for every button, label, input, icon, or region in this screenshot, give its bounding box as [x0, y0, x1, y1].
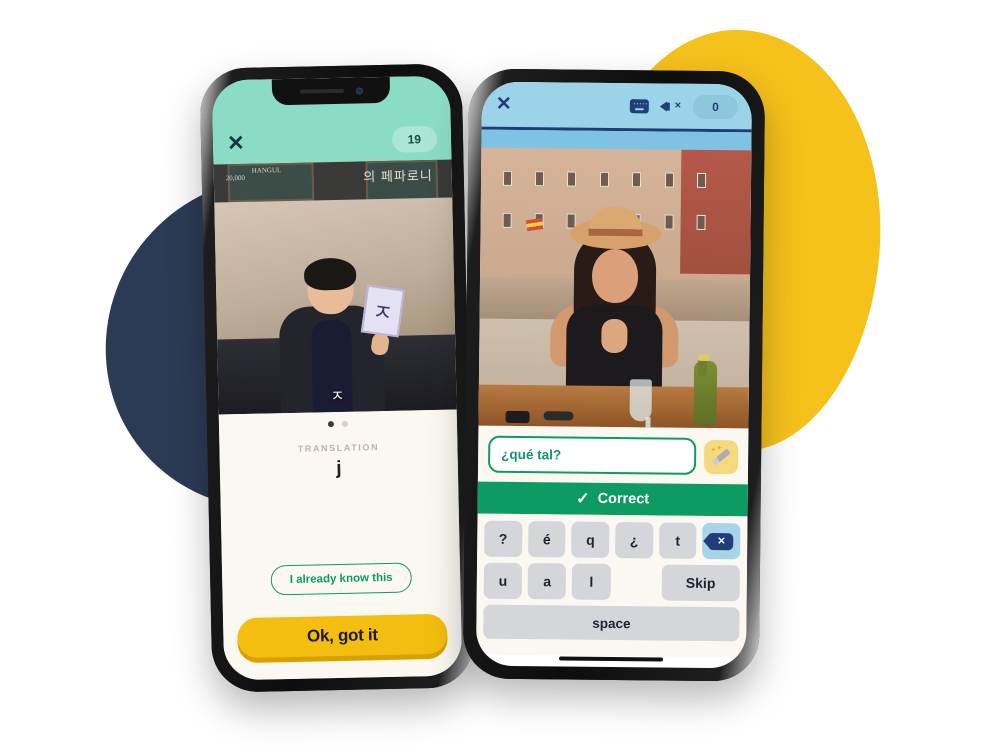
building-window: [632, 172, 642, 188]
chalk-price-text: 20,000: [225, 173, 246, 183]
building-window: [502, 212, 512, 228]
mute-x-glyph: ×: [674, 99, 682, 112]
right-video-player[interactable]: [478, 129, 752, 429]
key-u[interactable]: u: [483, 562, 523, 600]
bottle-cap: [697, 353, 709, 361]
backspace-icon[interactable]: ✕: [702, 522, 741, 560]
wine-glass: [629, 379, 653, 422]
close-x-icon[interactable]: ✕: [496, 94, 512, 115]
on-screen-keyboard: ? é q ¿ t ✕ u a l Skip space: [476, 513, 748, 658]
left-content-panel: TRANSLATION j I already know this Ok, go…: [218, 409, 463, 681]
keyboard-row-1: ? é q ¿ t ✕: [484, 520, 741, 560]
building-window: [534, 171, 545, 187]
board-hangul-text: 의 페파로니: [363, 167, 433, 185]
pagination-dot-2[interactable]: [341, 420, 349, 427]
key-e-acute[interactable]: é: [527, 521, 566, 558]
building-window: [567, 171, 577, 188]
key-inverted-question[interactable]: ¿: [615, 522, 654, 559]
topbar-tools: × 0: [630, 94, 738, 119]
keyboard-spacer: [616, 564, 655, 600]
right-topbar: ✕ × 0: [481, 81, 753, 133]
sparkle-2: ✦: [716, 444, 723, 452]
key-t[interactable]: t: [658, 522, 697, 559]
score-badge: 0: [693, 94, 738, 119]
check-icon: ✓: [576, 490, 590, 508]
keyboard-row-2: u a l Skip: [483, 562, 741, 602]
speaker-mute-icon[interactable]: ×: [660, 98, 682, 113]
skip-button[interactable]: Skip: [661, 564, 741, 602]
building-window: [599, 172, 609, 188]
key-q[interactable]: q: [571, 521, 610, 558]
speaker-body: [666, 102, 671, 111]
chalk-word-text: HANGUL: [251, 165, 282, 175]
flashcard: ㅈ: [360, 284, 405, 338]
building-window: [696, 173, 707, 189]
backspace-glyph: ✕: [709, 532, 734, 550]
keyboard-icon[interactable]: [630, 98, 650, 113]
left-phone-mockup: ✕ 19 20,000 HANGUL 의 페파로니 ㅈ ㅈ TRANSLATIO…: [199, 63, 475, 693]
spanish-flag: [525, 217, 544, 232]
close-x-icon[interactable]: ✕: [227, 132, 245, 155]
key-question-mark[interactable]: ?: [484, 520, 523, 558]
right-phone-screen: ✕ × 0 ¿qué tal? ✦ ✦ ✓ Correct ? é q ¿ t …: [475, 81, 753, 669]
ok-got-it-button[interactable]: Ok, got it: [237, 613, 448, 659]
straw-hat-band: [588, 229, 643, 237]
pagination-dot-1[interactable]: [327, 421, 335, 428]
correct-banner: ✓ Correct: [477, 481, 748, 517]
composition-stage: ✕ 19 20,000 HANGUL 의 페파로니 ㅈ ㅈ TRANSLATIO…: [0, 0, 1000, 750]
left-video-player[interactable]: 20,000 HANGUL 의 페파로니 ㅈ ㅈ: [213, 159, 457, 415]
magic-wand-icon[interactable]: ✦ ✦: [703, 439, 739, 474]
answer-row: ¿qué tal? ✦ ✦: [477, 425, 749, 485]
table-phone: [505, 410, 530, 424]
already-know-button[interactable]: I already know this: [270, 562, 412, 596]
front-camera-icon: [355, 86, 363, 95]
building-window: [664, 172, 674, 189]
key-a[interactable]: a: [527, 563, 567, 600]
person-hair: [303, 257, 357, 291]
sunglasses: [543, 411, 574, 421]
key-l[interactable]: l: [572, 563, 611, 600]
person-hands: [601, 319, 628, 354]
correct-label: Correct: [597, 490, 650, 508]
space-key[interactable]: space: [483, 604, 740, 642]
red-building: [679, 149, 752, 275]
person-face: [591, 249, 639, 304]
translation-value: j: [336, 457, 342, 480]
building-window: [696, 214, 706, 230]
video-person-right: [550, 207, 680, 392]
keyboard-row-3: space: [483, 604, 740, 642]
right-phone-mockup: ✕ × 0 ¿qué tal? ✦ ✦ ✓ Correct ? é q ¿ t …: [462, 68, 766, 682]
translation-label: TRANSLATION: [297, 442, 380, 454]
home-indicator: [559, 656, 664, 662]
building-window: [502, 171, 512, 187]
earpiece-speaker: [299, 88, 344, 94]
left-phone-screen: ✕ 19 20,000 HANGUL 의 페파로니 ㅈ ㅈ TRANSLATIO…: [211, 75, 463, 681]
answer-input[interactable]: ¿qué tal?: [487, 435, 697, 475]
left-phone-notch: [271, 76, 391, 106]
score-badge: 19: [391, 125, 438, 153]
